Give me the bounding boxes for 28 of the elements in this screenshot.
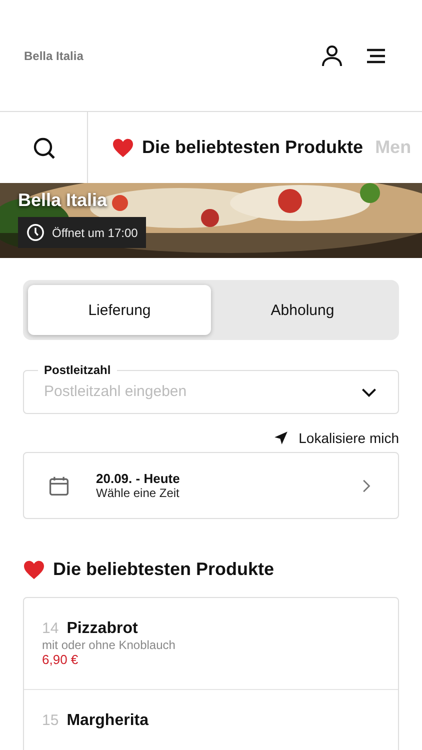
clock-icon: [26, 223, 45, 242]
product-number: 14: [42, 620, 59, 637]
category-tab[interactable]: Die beliebtesten Produkte: [112, 137, 364, 158]
order-mode-option[interactable]: Lieferung: [28, 285, 211, 335]
search-icon[interactable]: [32, 136, 56, 160]
product-name: Pizzabrot: [66, 620, 138, 638]
product-number: 15: [42, 712, 59, 729]
product-name: Margherita: [66, 712, 148, 730]
product-item[interactable]: 14 Pizzabrot mit oder ohne Knoblauch 6,90 €: [24, 598, 398, 690]
calendar-icon: [48, 474, 70, 496]
section-title: Die beliebtesten Produkte: [53, 559, 274, 580]
date-text: 20.09. - Heute: [96, 471, 181, 486]
postcode-input[interactable]: Postleitzahl eingeben: [44, 378, 360, 400]
field-label: Postleitzahl: [43, 363, 112, 377]
locate-button[interactable]: Lokalisiere mich: [272, 430, 399, 446]
restaurant-name: Bella Italia: [24, 48, 84, 62]
product-price: 6,90 €: [42, 652, 80, 667]
user-icon[interactable]: [320, 44, 344, 68]
time-hint: Wähle eine Zeit: [96, 486, 180, 500]
postcode-field[interactable]: Postleitzahl Postleitzahl eingeben: [23, 363, 399, 414]
order-mode-option[interactable]: Abholung: [211, 285, 394, 335]
heart-icon: [112, 138, 134, 158]
product-item[interactable]: 15 Margherita: [24, 690, 398, 750]
heart-icon: [23, 560, 45, 580]
opening-time: Öffnet um 17:00: [52, 226, 138, 240]
time-picker[interactable]: 20.09. - Heute Wähle eine Zeit: [23, 452, 399, 519]
location-arrow-icon: [272, 430, 289, 446]
product-description: mit oder ohne Knoblauch: [42, 638, 176, 652]
